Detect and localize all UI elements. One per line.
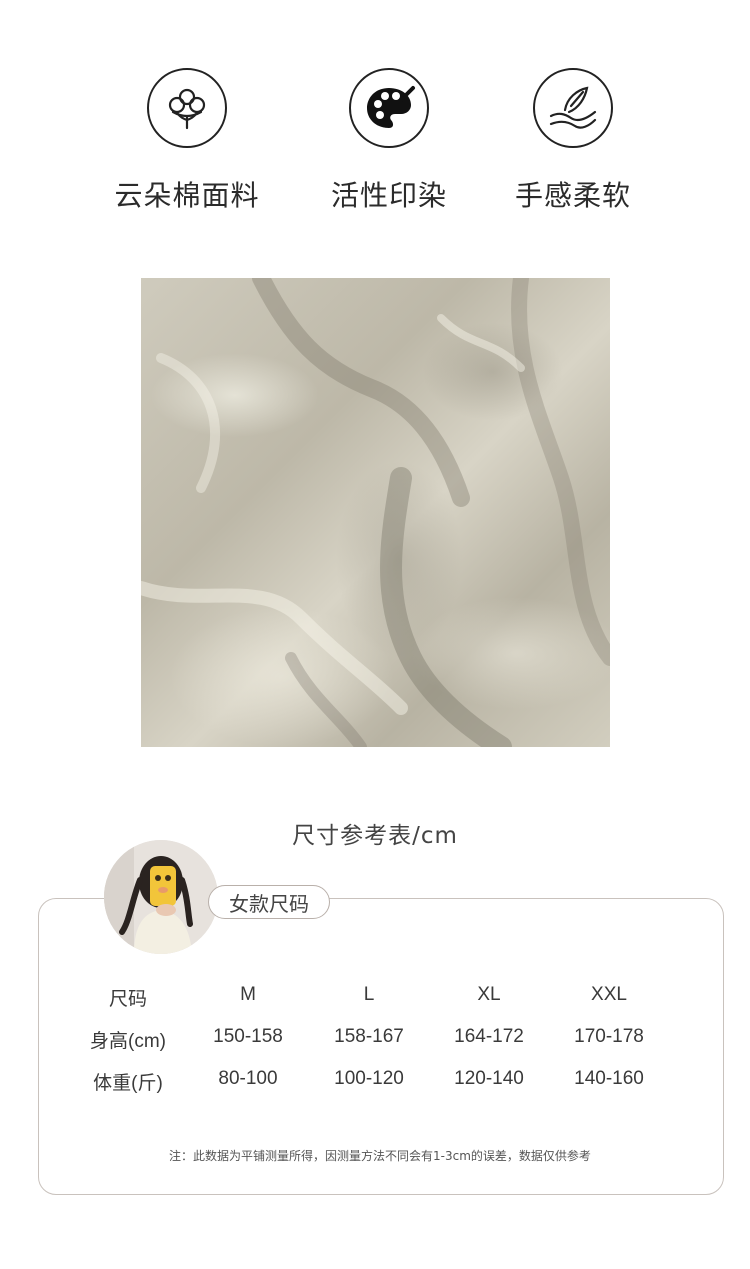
table-row: 身高(cm) 150-158 158-167 164-172 170-178 <box>0 1026 750 1056</box>
cotton-icon <box>147 68 227 148</box>
fabric-texture-image <box>141 278 610 747</box>
table-cell: 140-160 <box>574 1068 644 1089</box>
size-chart-title: 尺寸参考表/cm <box>292 823 458 849</box>
feature-label: 云朵棉面料 <box>114 179 260 212</box>
model-avatar <box>104 840 218 954</box>
feature-dye: 活性印染 <box>299 68 479 214</box>
size-category-tag: 女款尺码 <box>208 885 330 919</box>
table-cell: 158-167 <box>334 1026 404 1047</box>
feature-soft: 手感柔软 <box>483 68 663 214</box>
table-cell: XXL <box>591 984 627 1005</box>
row-label: 尺码 <box>108 989 147 1010</box>
measurement-note: 注：此数据为平铺测量所得，因测量方法不同会有1-3cm的误差，数据仅供参考 <box>169 1149 591 1163</box>
row-label: 体重(斤) <box>93 1073 163 1094</box>
table-cell: 80-100 <box>218 1068 278 1089</box>
table-row: 尺码 M L XL XXL <box>0 984 750 1014</box>
feature-cotton: 云朵棉面料 <box>97 68 277 214</box>
table-cell: XL <box>477 984 501 1005</box>
table-cell: L <box>363 984 375 1005</box>
feature-row: 云朵棉面料 活性印染 手感柔软 <box>0 68 750 228</box>
feature-label: 手感柔软 <box>514 179 631 212</box>
feature-label: 活性印染 <box>330 179 447 212</box>
table-cell: 120-140 <box>454 1068 524 1089</box>
hand-feather-icon <box>533 68 613 148</box>
table-cell: 170-178 <box>574 1026 644 1047</box>
table-cell: M <box>240 984 256 1005</box>
table-cell: 100-120 <box>334 1068 404 1089</box>
table-cell: 150-158 <box>213 1026 283 1047</box>
row-label: 身高(cm) <box>90 1031 166 1052</box>
table-cell: 164-172 <box>454 1026 524 1047</box>
table-row: 体重(斤) 80-100 100-120 120-140 140-160 <box>0 1068 750 1098</box>
palette-icon <box>349 68 429 148</box>
